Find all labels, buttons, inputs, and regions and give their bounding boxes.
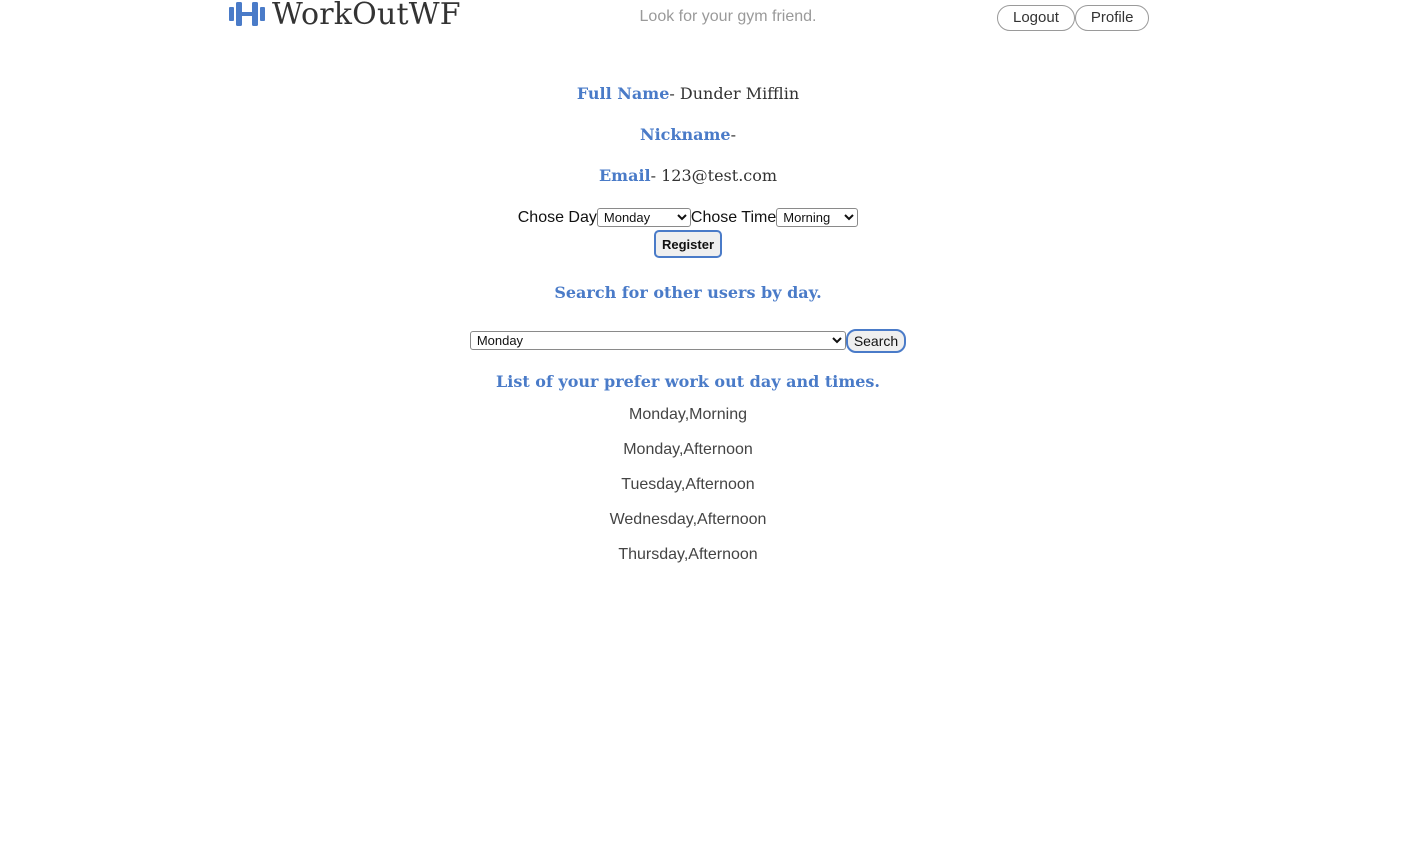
email-label: Email xyxy=(598,166,651,185)
search-button[interactable]: Search xyxy=(845,328,907,353)
nickname-row: Nickname- xyxy=(639,125,737,144)
chose-time-label: Chose Time xyxy=(690,209,777,226)
profile-button[interactable]: Profile xyxy=(1074,5,1150,31)
preferences-title: List of your prefer work out day and tim… xyxy=(495,372,880,391)
tagline: Look for your gym friend. xyxy=(639,8,817,25)
top-nav: Logout Profile xyxy=(997,5,1150,31)
search-title: Search for other users by day. xyxy=(554,283,822,302)
search-day-select[interactable]: Monday xyxy=(469,331,846,350)
search-form: MondaySearch xyxy=(0,328,1376,353)
email-row: Email- 123@test.com xyxy=(598,166,778,185)
preferences-list: Monday,Morning Monday,Afternoon Tuesday,… xyxy=(0,397,1376,572)
time-select[interactable]: Morning xyxy=(776,208,859,228)
register-button[interactable]: Register xyxy=(653,230,723,258)
list-item: Thursday,Afternoon xyxy=(618,546,758,563)
page: WorkOutWF Look for your gym friend. Logo… xyxy=(0,0,1426,864)
day-select[interactable]: Monday xyxy=(596,208,691,228)
list-item: Monday,Morning xyxy=(629,406,747,423)
list-item: Wednesday,Afternoon xyxy=(609,511,767,528)
list-item: Tuesday,Afternoon xyxy=(621,476,755,493)
register-form: Chose Day Monday Chose Time Morning xyxy=(0,207,1376,229)
full-name-value: Dunder Mifflin xyxy=(679,84,800,103)
nickname-label: Nickname xyxy=(639,125,731,144)
full-name-label: Full Name xyxy=(576,84,670,103)
chose-day-label: Chose Day xyxy=(517,209,597,226)
email-value: 123@test.com xyxy=(661,166,778,185)
logout-button[interactable]: Logout xyxy=(997,5,1075,31)
main-content: Full Name- Dunder Mifflin Nickname- Emai… xyxy=(0,84,1376,572)
list-item: Monday,Afternoon xyxy=(623,441,753,458)
full-name-row: Full Name- Dunder Mifflin xyxy=(576,84,800,103)
